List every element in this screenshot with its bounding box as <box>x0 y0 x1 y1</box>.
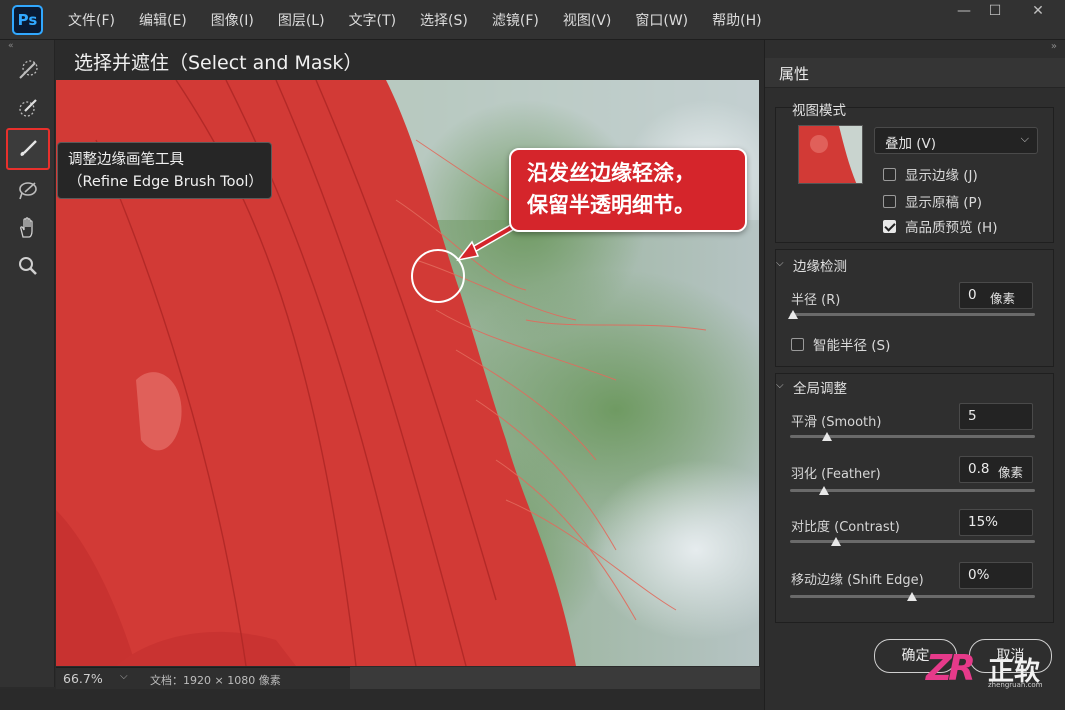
refine-edge-brush-tool-icon[interactable] <box>6 128 50 170</box>
menu-select[interactable]: 选择(S) <box>420 10 468 30</box>
radius-label: 半径 (R) <box>791 293 841 308</box>
smooth-input[interactable]: 5 <box>959 403 1033 430</box>
show-edge-label: 显示边缘 (J) <box>905 168 978 184</box>
radius-slider-thumb[interactable] <box>788 310 798 319</box>
watermark-logo: ZR 正软 zhengruan.com <box>922 648 1062 692</box>
feather-input[interactable]: 0.8 像素 <box>959 456 1033 483</box>
radius-value: 0 <box>968 287 977 303</box>
smart-radius-option[interactable]: 智能半径 (S) <box>791 334 890 354</box>
panel-header: 属性 <box>765 58 1065 88</box>
menu-layer[interactable]: 图层(L) <box>278 10 325 30</box>
menu-edit[interactable]: 编辑(E) <box>139 10 187 30</box>
menu-file[interactable]: 文件(F) <box>68 10 115 30</box>
menu-image[interactable]: 图像(I) <box>211 10 254 30</box>
panel-title: 属性 <box>779 65 810 83</box>
menu-bar: Ps 文件(F) 编辑(E) 图像(I) 图层(L) 文字(T) 选择(S) 滤… <box>0 0 1065 40</box>
smooth-label: 平滑 (Smooth) <box>791 415 882 430</box>
properties-panel: » 属性 视图模式 叠加 (V) ⌵ 显示边缘 (J) 显示原稿 (P) 高品质… <box>764 40 1065 710</box>
show-edge-option[interactable]: 显示边缘 (J) <box>883 164 978 184</box>
smart-radius-label: 智能半径 (S) <box>813 338 891 354</box>
zoom-level[interactable]: 66.7% <box>63 671 103 686</box>
chevron-down-icon: ⌵ <box>1020 132 1029 145</box>
view-mode-thumbnail[interactable] <box>798 125 863 184</box>
contrast-slider-thumb[interactable] <box>831 537 841 546</box>
radius-unit: 像素 <box>990 291 1016 306</box>
menu-help[interactable]: 帮助(H) <box>712 10 761 30</box>
shift-edge-label: 移动边缘 (Shift Edge) <box>791 573 924 588</box>
callout-line-2: 保留半透明细节。 <box>527 193 695 217</box>
zoom-tool-icon[interactable] <box>10 248 46 284</box>
menu-window[interactable]: 窗口(W) <box>635 10 688 30</box>
contrast-label: 对比度 (Contrast) <box>791 520 900 535</box>
show-original-checkbox[interactable] <box>883 194 896 208</box>
view-mode-dropdown[interactable]: 叠加 (V) ⌵ <box>874 127 1038 154</box>
smart-radius-checkbox[interactable] <box>791 337 804 351</box>
hand-tool-icon[interactable] <box>10 210 46 246</box>
callout-line-1: 沿发丝边缘轻涂， <box>527 161 695 185</box>
collapse-right-icon[interactable]: » <box>1051 41 1057 52</box>
tool-tooltip: 调整边缘画笔工具 （Refine Edge Brush Tool） <box>57 142 272 199</box>
tooltip-line-1: 调整边缘画笔工具 <box>68 152 184 168</box>
lasso-tool-icon[interactable] <box>10 172 46 208</box>
document-title: 选择并遮住（Select and Mask） <box>74 52 363 74</box>
radius-input[interactable]: 0 像素 <box>959 282 1033 309</box>
menu-filter[interactable]: 滤镜(F) <box>492 10 539 30</box>
collapse-left-icon[interactable]: « <box>8 41 14 51</box>
refine-radius-tool-icon[interactable] <box>10 90 46 126</box>
contrast-input[interactable]: 15% <box>959 509 1033 536</box>
photoshop-logo: Ps <box>12 5 43 35</box>
feather-value: 0.8 <box>968 461 990 477</box>
global-refine-title[interactable]: 全局调整 <box>793 377 847 397</box>
close-button[interactable]: ✕ <box>1020 0 1056 24</box>
show-edge-checkbox[interactable] <box>883 167 896 181</box>
smooth-value: 5 <box>968 408 977 424</box>
menu-view[interactable]: 视图(V) <box>563 10 612 30</box>
maximize-button[interactable]: ☐ <box>977 0 1013 24</box>
horizontal-scrollbar[interactable] <box>350 667 760 689</box>
show-original-option[interactable]: 显示原稿 (P) <box>883 191 982 211</box>
high-quality-preview-option[interactable]: 高品质预览 (H) <box>883 216 997 236</box>
shift-edge-input[interactable]: 0% <box>959 562 1033 589</box>
chevron-down-icon[interactable]: ⌵ <box>776 380 784 391</box>
smooth-slider-thumb[interactable] <box>822 432 832 441</box>
menu-type[interactable]: 文字(T) <box>349 10 396 30</box>
edge-detection-title[interactable]: 边缘检测 <box>793 255 847 275</box>
contrast-value: 15% <box>968 514 999 530</box>
chevron-down-icon[interactable]: ⌵ <box>776 258 784 269</box>
high-quality-preview-label: 高品质预览 (H) <box>905 220 998 236</box>
document-info: 文档：1920 × 1080 像素 <box>150 674 281 687</box>
watermark-url: zhengruan.com <box>988 681 1043 689</box>
feather-slider-thumb[interactable] <box>819 486 829 495</box>
view-mode-value: 叠加 (V) <box>885 136 937 152</box>
contrast-slider-track[interactable] <box>790 540 1035 543</box>
quick-selection-tool-icon[interactable] <box>10 52 46 88</box>
watermark-mark: ZR <box>926 648 976 689</box>
feather-label: 羽化 (Feather) <box>791 467 881 482</box>
show-original-label: 显示原稿 (P) <box>905 195 982 211</box>
shift-edge-slider-thumb[interactable] <box>907 592 917 601</box>
feather-unit: 像素 <box>998 465 1024 480</box>
view-mode-title: 视图模式 <box>792 103 846 119</box>
annotation-callout: 沿发丝边缘轻涂， 保留半透明细节。 <box>509 148 747 232</box>
tooltip-line-2: （Refine Edge Brush Tool） <box>68 174 263 190</box>
radius-slider-track[interactable] <box>790 313 1035 316</box>
tool-panel: « <box>0 40 55 687</box>
chevron-down-icon[interactable]: ⌵ <box>120 671 128 682</box>
brush-cursor <box>411 249 465 303</box>
high-quality-preview-checkbox[interactable] <box>883 219 896 233</box>
shift-edge-value: 0% <box>968 567 990 583</box>
menu-items: 文件(F) 编辑(E) 图像(I) 图层(L) 文字(T) 选择(S) 滤镜(F… <box>68 0 786 40</box>
